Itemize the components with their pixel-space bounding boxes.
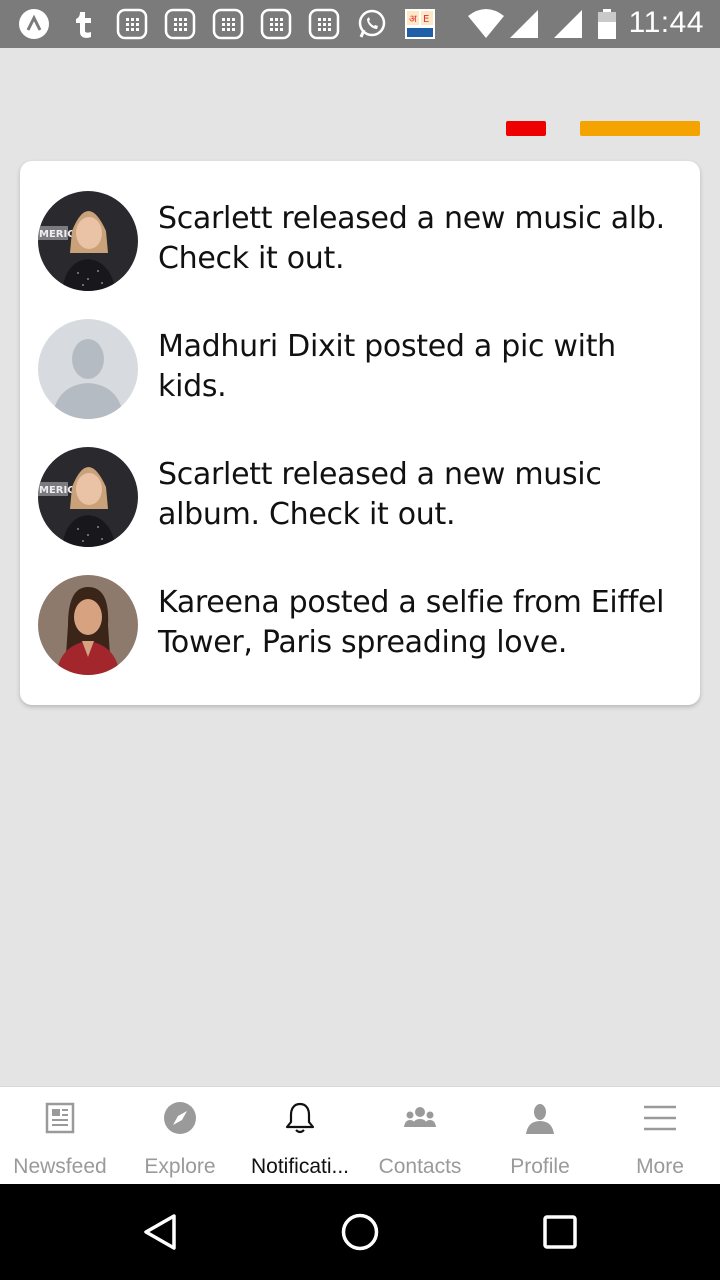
nav-label: More bbox=[636, 1155, 684, 1178]
signal-icon bbox=[554, 10, 582, 38]
status-time: 11:44 bbox=[628, 6, 704, 39]
svg-text:MERIC: MERIC bbox=[39, 229, 75, 240]
signal-icon bbox=[510, 10, 538, 38]
battery-icon bbox=[598, 9, 616, 39]
whatsapp-icon bbox=[358, 9, 386, 38]
recents-icon[interactable] bbox=[540, 1212, 580, 1252]
notification-text: Kareena posted a selfie from Eiffel Towe… bbox=[158, 585, 665, 660]
notification-text: Scarlett released a new music alb. Check… bbox=[158, 201, 665, 276]
bell-icon bbox=[285, 1102, 315, 1134]
nav-explore[interactable]: Explore bbox=[120, 1087, 240, 1185]
person-icon bbox=[526, 1104, 554, 1134]
app-grid-icon bbox=[308, 8, 340, 40]
dictionary-icon: अ E bbox=[405, 9, 435, 39]
artstudio-icon bbox=[19, 9, 49, 39]
kareena-photo bbox=[38, 575, 138, 675]
nav-newsfeed[interactable]: Newsfeed bbox=[0, 1087, 120, 1185]
system-navigation-bar bbox=[0, 1184, 720, 1280]
wifi-icon bbox=[468, 9, 504, 38]
nav-label: Contacts bbox=[378, 1155, 462, 1178]
app-grid-icon bbox=[260, 8, 292, 40]
scarlett-photo: MERIC bbox=[38, 191, 138, 291]
avatar bbox=[38, 319, 138, 419]
svg-text:E: E bbox=[423, 14, 429, 25]
newspaper-icon bbox=[45, 1102, 75, 1134]
notification-text: Scarlett released a new music album. Che… bbox=[158, 457, 602, 532]
notification-item[interactable]: MERIC Scarlett released a new music albu… bbox=[38, 447, 688, 547]
tumblr-icon bbox=[76, 12, 91, 38]
nav-label: Explore bbox=[144, 1155, 216, 1178]
nav-more[interactable]: More bbox=[600, 1087, 720, 1185]
svg-text:MERIC: MERIC bbox=[39, 485, 75, 496]
home-icon[interactable] bbox=[340, 1212, 380, 1252]
nav-label: Notificati... bbox=[250, 1155, 350, 1178]
nav-contacts[interactable]: Contacts bbox=[360, 1087, 480, 1185]
back-icon[interactable] bbox=[140, 1212, 180, 1252]
nav-label: Newsfeed bbox=[13, 1155, 107, 1178]
nav-profile[interactable]: Profile bbox=[480, 1087, 600, 1185]
scarlett-photo: MERIC bbox=[38, 447, 138, 547]
app-grid-icon bbox=[212, 8, 244, 40]
notifications-card: MERIC Scarlett released a new music alb.… bbox=[20, 161, 700, 705]
status-bar: अ E 11:44 bbox=[0, 0, 720, 48]
notification-item[interactable]: MERIC Scarlett released a new music alb.… bbox=[38, 191, 688, 291]
app-grid-icon bbox=[116, 8, 148, 40]
notification-item[interactable]: Kareena posted a selfie from Eiffel Towe… bbox=[38, 575, 688, 675]
accent-bar-red bbox=[506, 121, 546, 136]
nav-label: Profile bbox=[510, 1155, 570, 1178]
avatar: MERIC bbox=[38, 447, 138, 547]
placeholder-avatar bbox=[38, 319, 138, 419]
svg-text:अ: अ bbox=[409, 14, 417, 25]
compass-icon bbox=[164, 1102, 196, 1134]
bottom-navigation: Newsfeed Explore Notificati... Contacts bbox=[0, 1086, 720, 1185]
group-icon bbox=[404, 1107, 436, 1127]
app-grid-icon bbox=[164, 8, 196, 40]
accent-bar-orange bbox=[580, 121, 700, 136]
avatar bbox=[38, 575, 138, 675]
avatar: MERIC bbox=[38, 191, 138, 291]
notification-item[interactable]: Madhuri Dixit posted a pic with kids. bbox=[38, 319, 688, 419]
menu-icon bbox=[644, 1105, 676, 1131]
notification-text: Madhuri Dixit posted a pic with kids. bbox=[158, 329, 616, 404]
nav-notifications[interactable]: Notificati... bbox=[240, 1087, 360, 1185]
